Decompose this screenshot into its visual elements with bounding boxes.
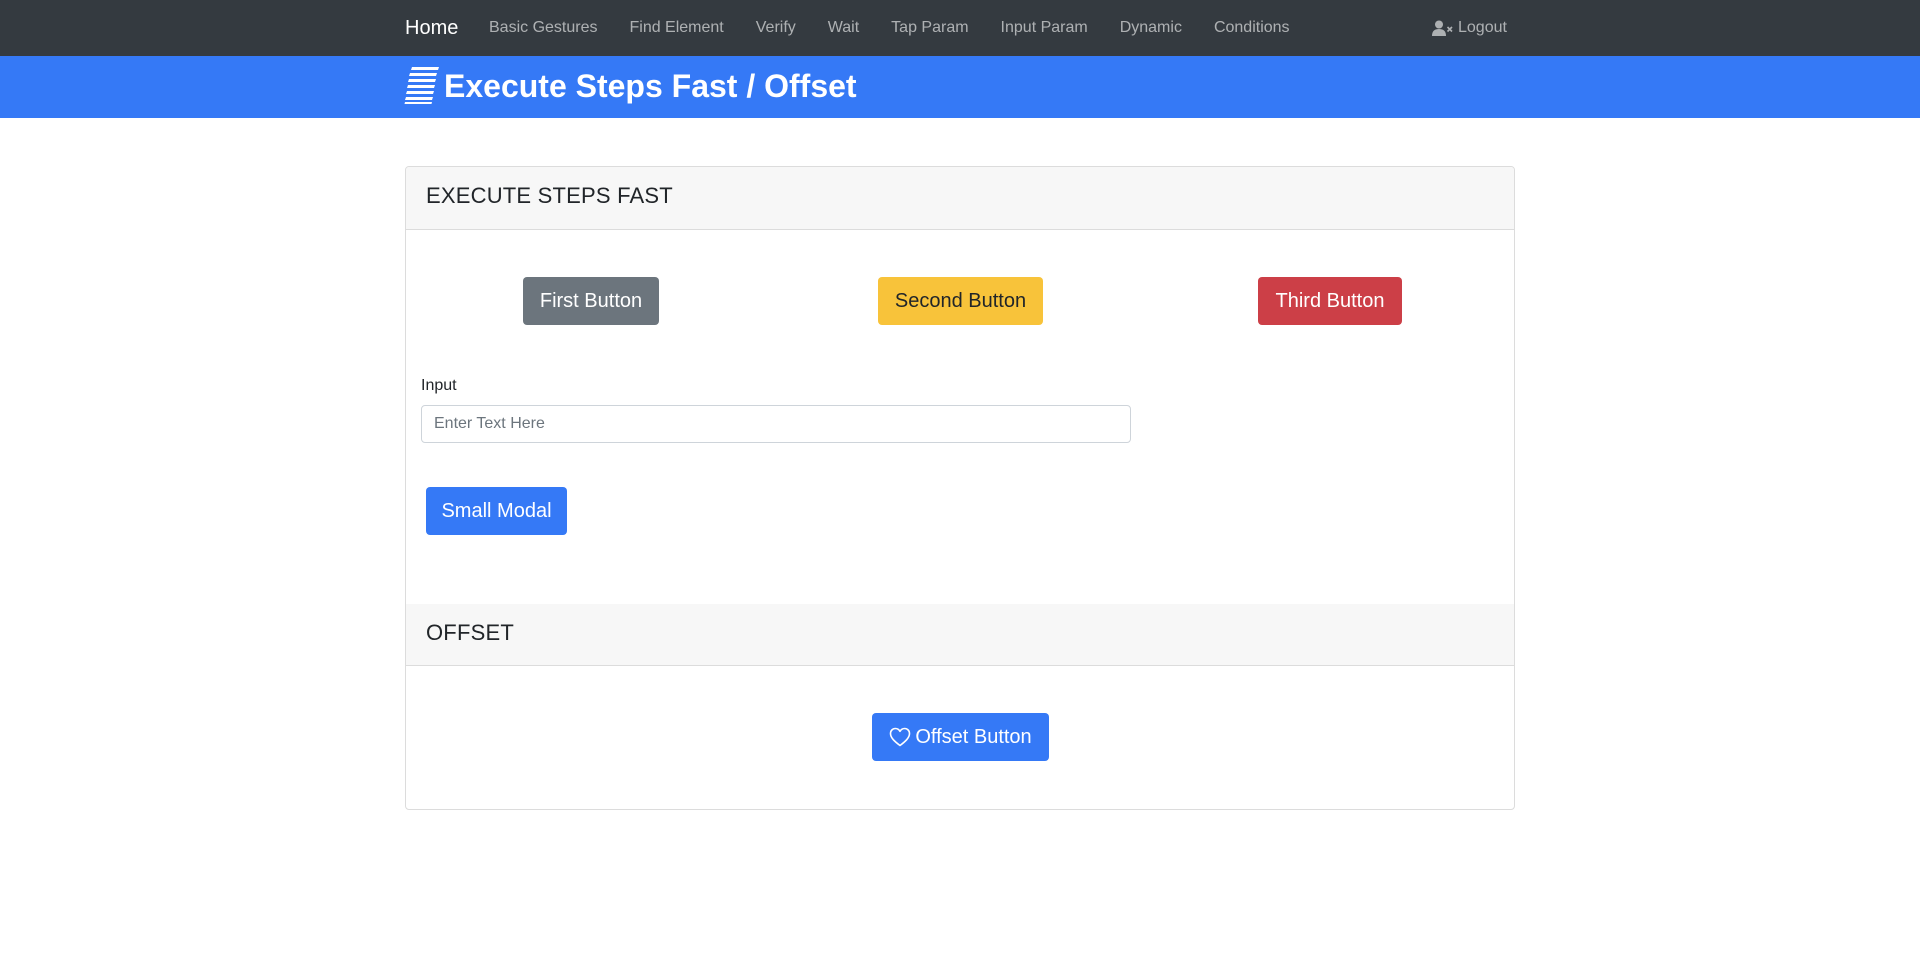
- first-button[interactable]: First Button: [523, 277, 659, 325]
- offset-header: OFFSET: [406, 604, 1514, 666]
- nav-link-input-param[interactable]: Input Param: [1001, 19, 1088, 37]
- nav-link-verify[interactable]: Verify: [756, 19, 796, 37]
- stacked-lines-icon: [404, 67, 439, 104]
- input-label: Input: [421, 377, 457, 394]
- offset-button-label: Offset Button: [915, 725, 1032, 748]
- logout-link[interactable]: Logout: [1432, 0, 1507, 56]
- main-card: EXECUTE STEPS FAST First Button Second B…: [405, 166, 1515, 810]
- page-title: Execute Steps Fast / Offset: [444, 68, 857, 104]
- page-banner: Execute Steps Fast / Offset: [0, 56, 1920, 118]
- nav-link-find-element[interactable]: Find Element: [629, 19, 723, 37]
- third-button[interactable]: Third Button: [1258, 277, 1402, 325]
- nav-link-conditions[interactable]: Conditions: [1214, 19, 1290, 37]
- nav-link-basic-gestures[interactable]: Basic Gestures: [489, 19, 597, 37]
- nav-link-wait[interactable]: Wait: [828, 19, 859, 37]
- nav-links: Basic Gestures Find Element Verify Wait …: [489, 0, 1322, 56]
- offset-title: OFFSET: [426, 620, 514, 645]
- small-modal-button[interactable]: Small Modal: [426, 487, 567, 535]
- nav-link-dynamic[interactable]: Dynamic: [1120, 19, 1182, 37]
- execute-steps-fast-title: EXECUTE STEPS FAST: [426, 183, 673, 208]
- user-times-icon: [1432, 20, 1453, 36]
- text-input[interactable]: [421, 405, 1131, 443]
- execute-steps-fast-header: EXECUTE STEPS FAST: [406, 167, 1514, 230]
- offset-button[interactable]: Offset Button: [872, 713, 1049, 761]
- second-button[interactable]: Second Button: [878, 277, 1043, 325]
- logout-label: Logout: [1458, 19, 1507, 36]
- top-navbar: Home Basic Gestures Find Element Verify …: [0, 0, 1920, 56]
- nav-home-link[interactable]: Home: [405, 0, 458, 56]
- heart-icon: [890, 727, 911, 747]
- nav-link-tap-param[interactable]: Tap Param: [891, 19, 968, 37]
